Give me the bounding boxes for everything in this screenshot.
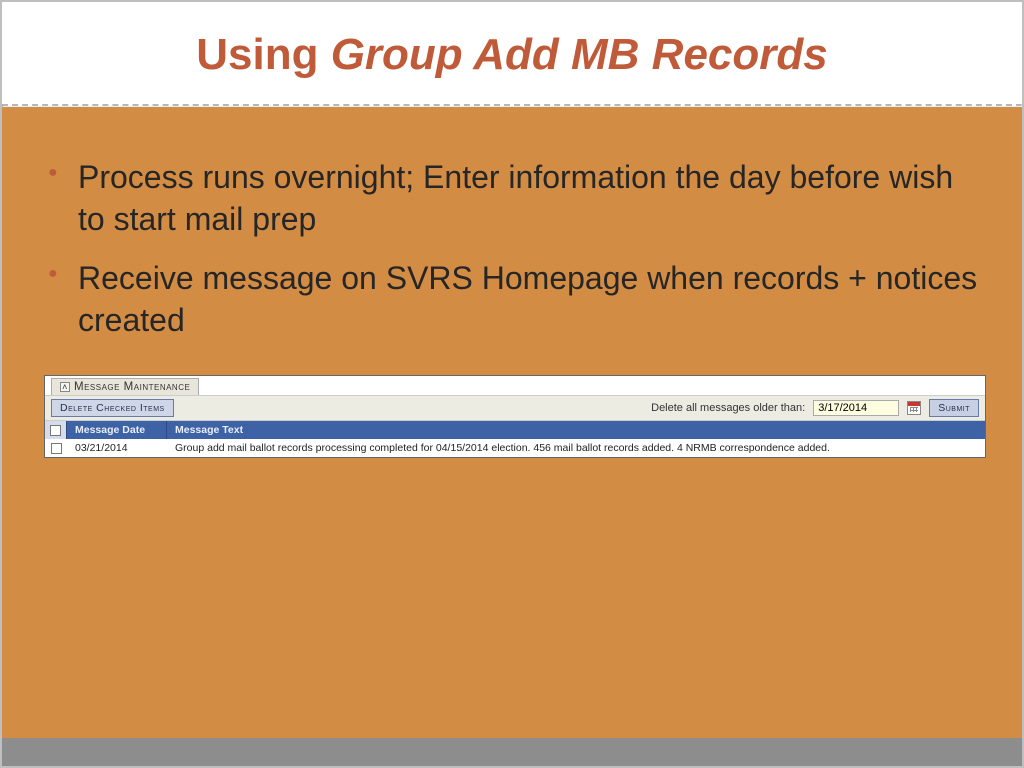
table-header: Message Date Message Text (45, 421, 985, 439)
row-text: Group add mail ballot records processing… (167, 442, 985, 454)
panel-tab[interactable]: ˄ Message Maintenance (51, 378, 199, 395)
header-message-text: Message Text (167, 421, 985, 439)
panel-tab-label: Message Maintenance (74, 381, 190, 393)
select-all-checkbox[interactable] (50, 425, 61, 436)
collapse-icon[interactable]: ˄ (60, 382, 70, 392)
bullet-list: Process runs overnight; Enter informatio… (44, 157, 986, 341)
older-than-date-input[interactable] (813, 400, 899, 416)
table-row: 03/21/2014 Group add mail ballot records… (45, 439, 985, 457)
submit-button[interactable]: Submit (929, 399, 979, 417)
row-checkbox-cell (45, 443, 67, 454)
message-maintenance-panel: ˄ Message Maintenance Delete Checked Item… (44, 375, 986, 458)
title-plain: Using (196, 30, 330, 79)
older-than-label: Delete all messages older than: (651, 402, 805, 414)
bullet-item: Process runs overnight; Enter informatio… (44, 157, 986, 240)
row-checkbox[interactable] (51, 443, 62, 454)
header-message-date: Message Date (67, 421, 167, 439)
row-date: 03/21/2014 (67, 442, 167, 454)
delete-checked-button[interactable]: Delete Checked Items (51, 399, 174, 417)
footer-bar (2, 738, 1022, 766)
title-italic: Group Add MB Records (331, 30, 828, 79)
title-area: Using Group Add MB Records (2, 2, 1022, 104)
content-area: Process runs overnight; Enter informatio… (2, 107, 1022, 738)
header-checkbox-cell (45, 421, 67, 439)
slide: Using Group Add MB Records Process runs … (0, 0, 1024, 768)
slide-title: Using Group Add MB Records (22, 30, 1002, 80)
bullet-item: Receive message on SVRS Homepage when re… (44, 258, 986, 341)
calendar-icon[interactable] (907, 401, 921, 415)
panel-toolbar: Delete Checked Items Delete all messages… (45, 395, 985, 421)
